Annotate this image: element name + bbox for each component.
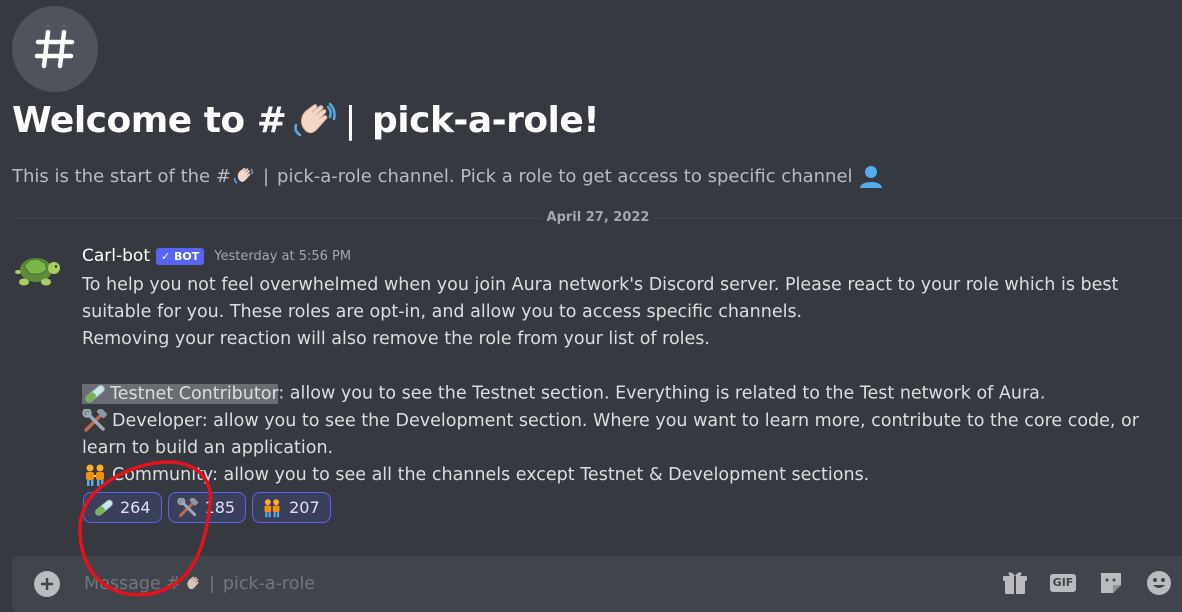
gif-icon[interactable]: GIF (1048, 568, 1078, 598)
role-testnet-name: Testnet Contributor (110, 383, 279, 404)
plus-circle-icon[interactable] (34, 571, 60, 597)
reaction-community[interactable]: 207 (252, 492, 331, 523)
bust-silhouette-emoji (859, 164, 883, 188)
role-testnet-highlight: Testnet Contributor (82, 383, 279, 404)
message-paragraph: To help you not feel overwhelmed when yo… (82, 275, 1119, 322)
people-holding-hands-emoji (259, 498, 285, 518)
waving-hand-emoji (183, 575, 203, 593)
message-author[interactable]: Carl-bot (82, 246, 150, 266)
subtitle-separator: | (262, 165, 270, 187)
date-divider-label: April 27, 2022 (542, 210, 654, 225)
discord-channel-view: Welcome to # | pick-a-role! This is the … (0, 0, 1182, 612)
role-developer-name: Developer (112, 410, 202, 431)
message-content: To help you not feel overwhelmed when yo… (82, 272, 1142, 489)
message-header: Carl-bot ✓ BOT Yesterday at 5:56 PM (82, 246, 351, 266)
welcome-title-prefix: Welcome to # (12, 100, 287, 141)
emoji-smile-icon[interactable] (1144, 568, 1174, 598)
hammer-and-wrench-emoji (175, 497, 201, 518)
message-input[interactable]: Message # | pick-a-role (84, 574, 315, 594)
hammer-and-wrench-emoji (82, 408, 112, 433)
role-line-testnet: Testnet Contributor: allow you to see th… (82, 380, 1142, 408)
channel-hash-icon (12, 6, 98, 92)
role-testnet-desc: : allow you to see the Testnet section. … (278, 383, 1046, 404)
composer-icons: GIF (1000, 568, 1174, 598)
reactions-row: 264 185 207 (83, 492, 331, 523)
sticker-icon[interactable] (1096, 568, 1126, 598)
test-tube-emoji (90, 498, 116, 518)
welcome-title-channel-name: pick-a-role! (372, 100, 600, 141)
message-timestamp[interactable]: Yesterday at 5:56 PM (214, 249, 351, 264)
role-line-developer: Developer: allow you to see the Developm… (82, 408, 1142, 462)
people-holding-hands-emoji (82, 463, 112, 487)
date-divider: April 27, 2022 (0, 210, 1182, 225)
subtitle-start: This is the start of the # (12, 165, 231, 187)
role-developer-desc: : allow you to see the Development secti… (82, 410, 1139, 458)
reaction-count: 264 (120, 498, 151, 517)
message-composer[interactable]: Message # | pick-a-role GIF (12, 556, 1182, 612)
gift-icon[interactable] (1000, 568, 1030, 598)
role-community-desc: : allow you to see all the channels exce… (212, 464, 870, 485)
role-community-name: Community (112, 464, 213, 485)
bot-tag: ✓ BOT (156, 247, 205, 265)
message-paragraph: Removing your reaction will also remove … (82, 329, 710, 349)
welcome-title-separator: | (344, 100, 356, 141)
turtle-avatar[interactable] (12, 250, 62, 292)
channel-welcome-subtitle: This is the start of the # | pick-a-role… (12, 164, 883, 188)
reaction-developer[interactable]: 185 (167, 492, 247, 523)
hash-icon (34, 29, 75, 69)
placeholder-start: Message # (84, 574, 181, 594)
reaction-testnet[interactable]: 264 (83, 492, 162, 523)
reaction-count: 207 (289, 498, 320, 517)
waving-hand-emoji (233, 166, 255, 186)
gif-label: GIF (1049, 574, 1077, 592)
placeholder-rest: pick-a-role (222, 574, 316, 594)
reaction-count: 185 (204, 498, 236, 517)
test-tube-emoji (82, 380, 110, 407)
subtitle-rest: pick-a-role channel. Pick a role to get … (277, 165, 853, 187)
waving-hand-emoji (292, 101, 337, 141)
role-line-community: Community: allow you to see all the chan… (82, 462, 1142, 489)
placeholder-separator: | (208, 574, 215, 594)
channel-welcome-title: Welcome to # | pick-a-role! (12, 100, 600, 141)
